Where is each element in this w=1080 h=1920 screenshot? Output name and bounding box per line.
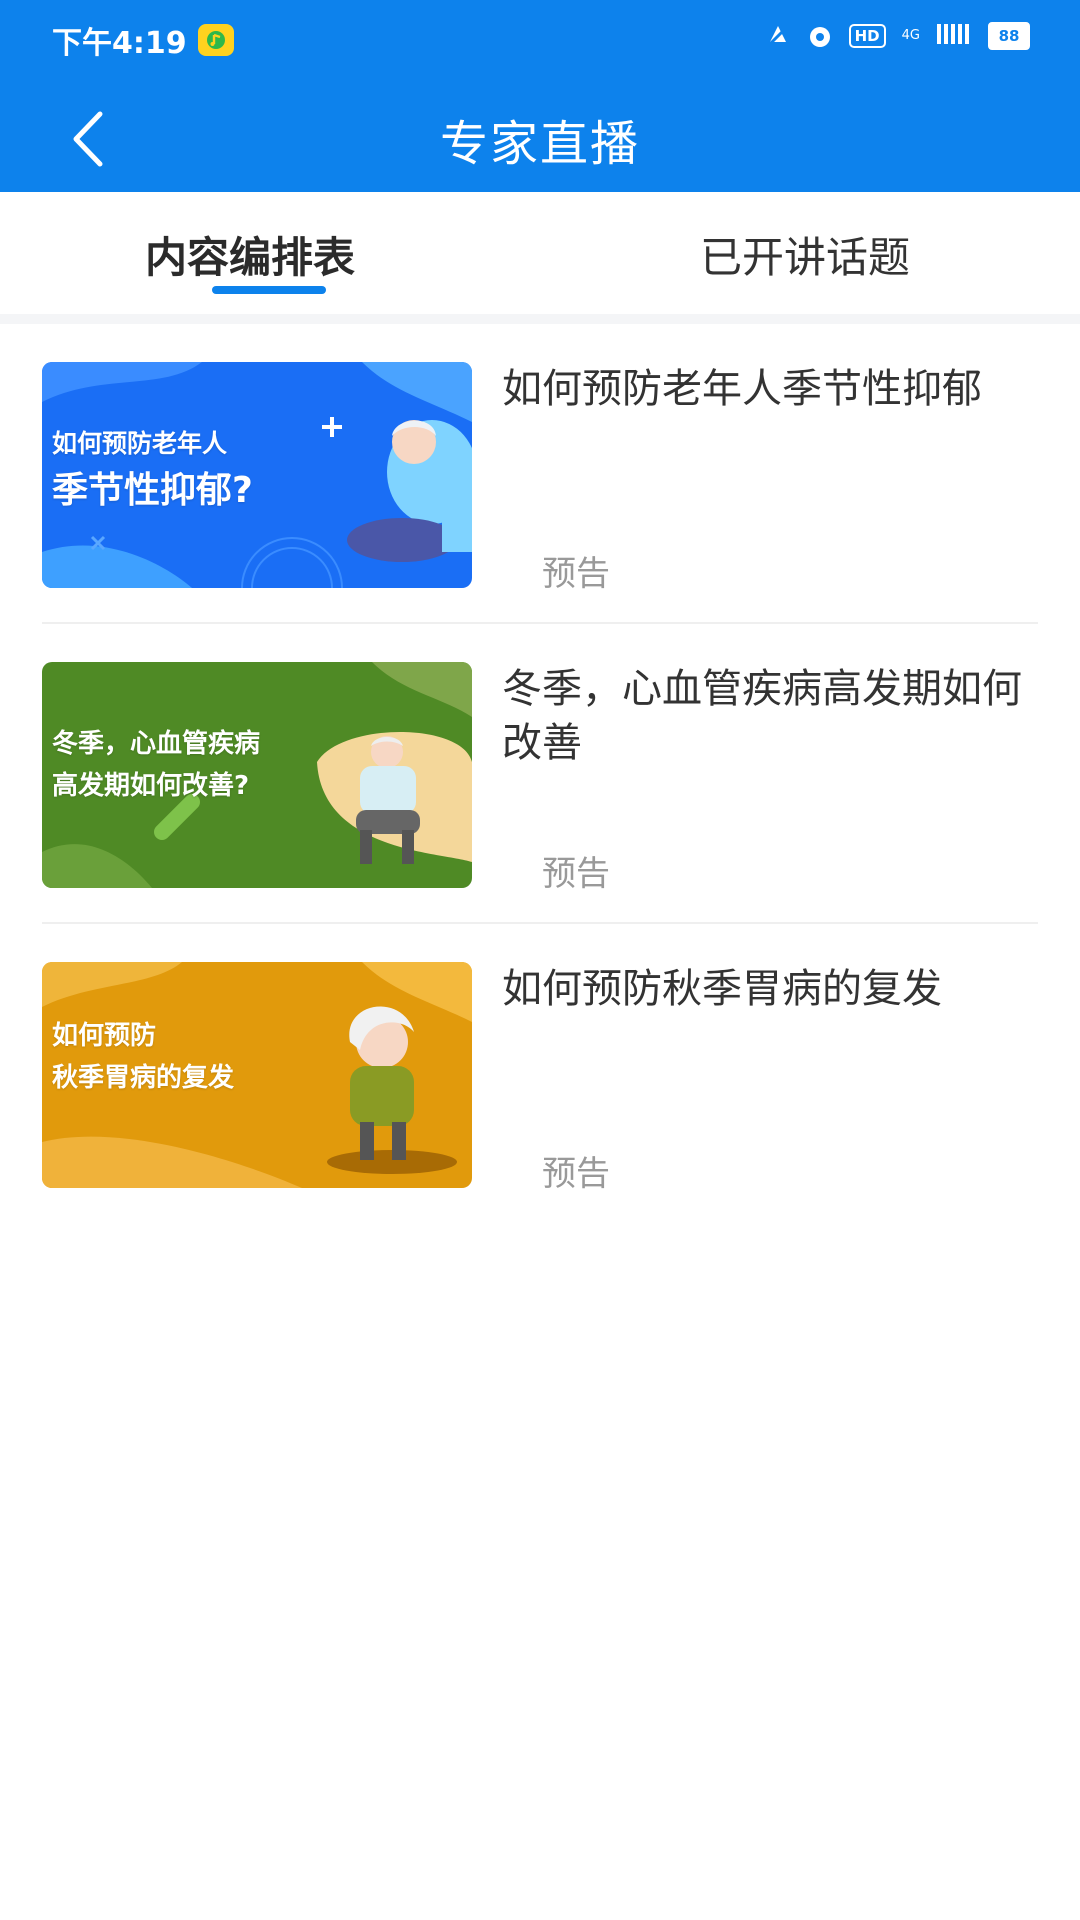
network-indicator: 4G	[901, 28, 920, 43]
section-divider	[0, 314, 1080, 324]
music-app-icon	[198, 24, 234, 56]
mute-icon	[765, 22, 791, 50]
broadcast-list: 如何预防老年人 季节性抑郁? 如何预防老年人季节性抑郁 预告 冬季，心血管疾病	[0, 324, 1080, 1224]
thumbnail-caption-line1: 如何预防老年人	[52, 429, 228, 458]
battery-indicator: 88	[988, 22, 1030, 50]
hd-badge: HD	[848, 24, 886, 48]
item-title: 如何预防老年人季节性抑郁	[502, 366, 982, 412]
tab-schedule[interactable]: 内容编排表	[145, 224, 355, 285]
status-time: 下午4:19	[52, 26, 187, 61]
list-item[interactable]: 如何预防 秋季胃病的复发 如何预防秋季胃病的复发 预告	[0, 924, 1080, 1224]
status-icons: HD 4G 88	[765, 22, 1030, 50]
status-label: 预告	[542, 554, 610, 594]
thumbnail-caption-line2: 季节性抑郁?	[52, 470, 253, 511]
item-title: 冬季，心血管疾病高发期如何改善	[502, 666, 1022, 766]
item-thumbnail: 如何预防老年人 季节性抑郁?	[42, 362, 472, 588]
status-bar: 下午4:19 HD 4G 88	[0, 0, 1080, 80]
signal-icon	[936, 22, 972, 50]
item-thumbnail: 冬季，心血管疾病 高发期如何改善?	[42, 662, 472, 888]
thumbnail-caption-line2: 秋季胃病的复发	[52, 1063, 235, 1093]
list-item[interactable]: 如何预防老年人 季节性抑郁? 如何预防老年人季节性抑郁 预告	[0, 324, 1080, 624]
list-item[interactable]: 冬季，心血管疾病 高发期如何改善? 冬季，心血管疾病高发期如何改善 预告	[0, 624, 1080, 924]
tab-started-topics[interactable]: 已开讲话题	[700, 224, 910, 285]
item-thumbnail: 如何预防 秋季胃病的复发	[42, 962, 472, 1188]
page-title: 专家直播	[439, 116, 640, 172]
nav-bar: 专家直播	[0, 80, 1080, 192]
alarm-icon	[807, 22, 833, 50]
thumbnail-caption-line2: 高发期如何改善?	[52, 771, 250, 801]
status-label: 预告	[542, 854, 610, 894]
thumbnail-caption-line1: 如何预防	[52, 1021, 157, 1051]
status-label: 预告	[542, 1154, 610, 1194]
tab-bar: 内容编排表 已开讲话题	[0, 192, 1080, 314]
active-tab-indicator	[212, 286, 326, 294]
item-title: 如何预防秋季胃病的复发	[502, 966, 942, 1012]
thumbnail-caption-line1: 冬季，心血管疾病	[52, 729, 261, 759]
